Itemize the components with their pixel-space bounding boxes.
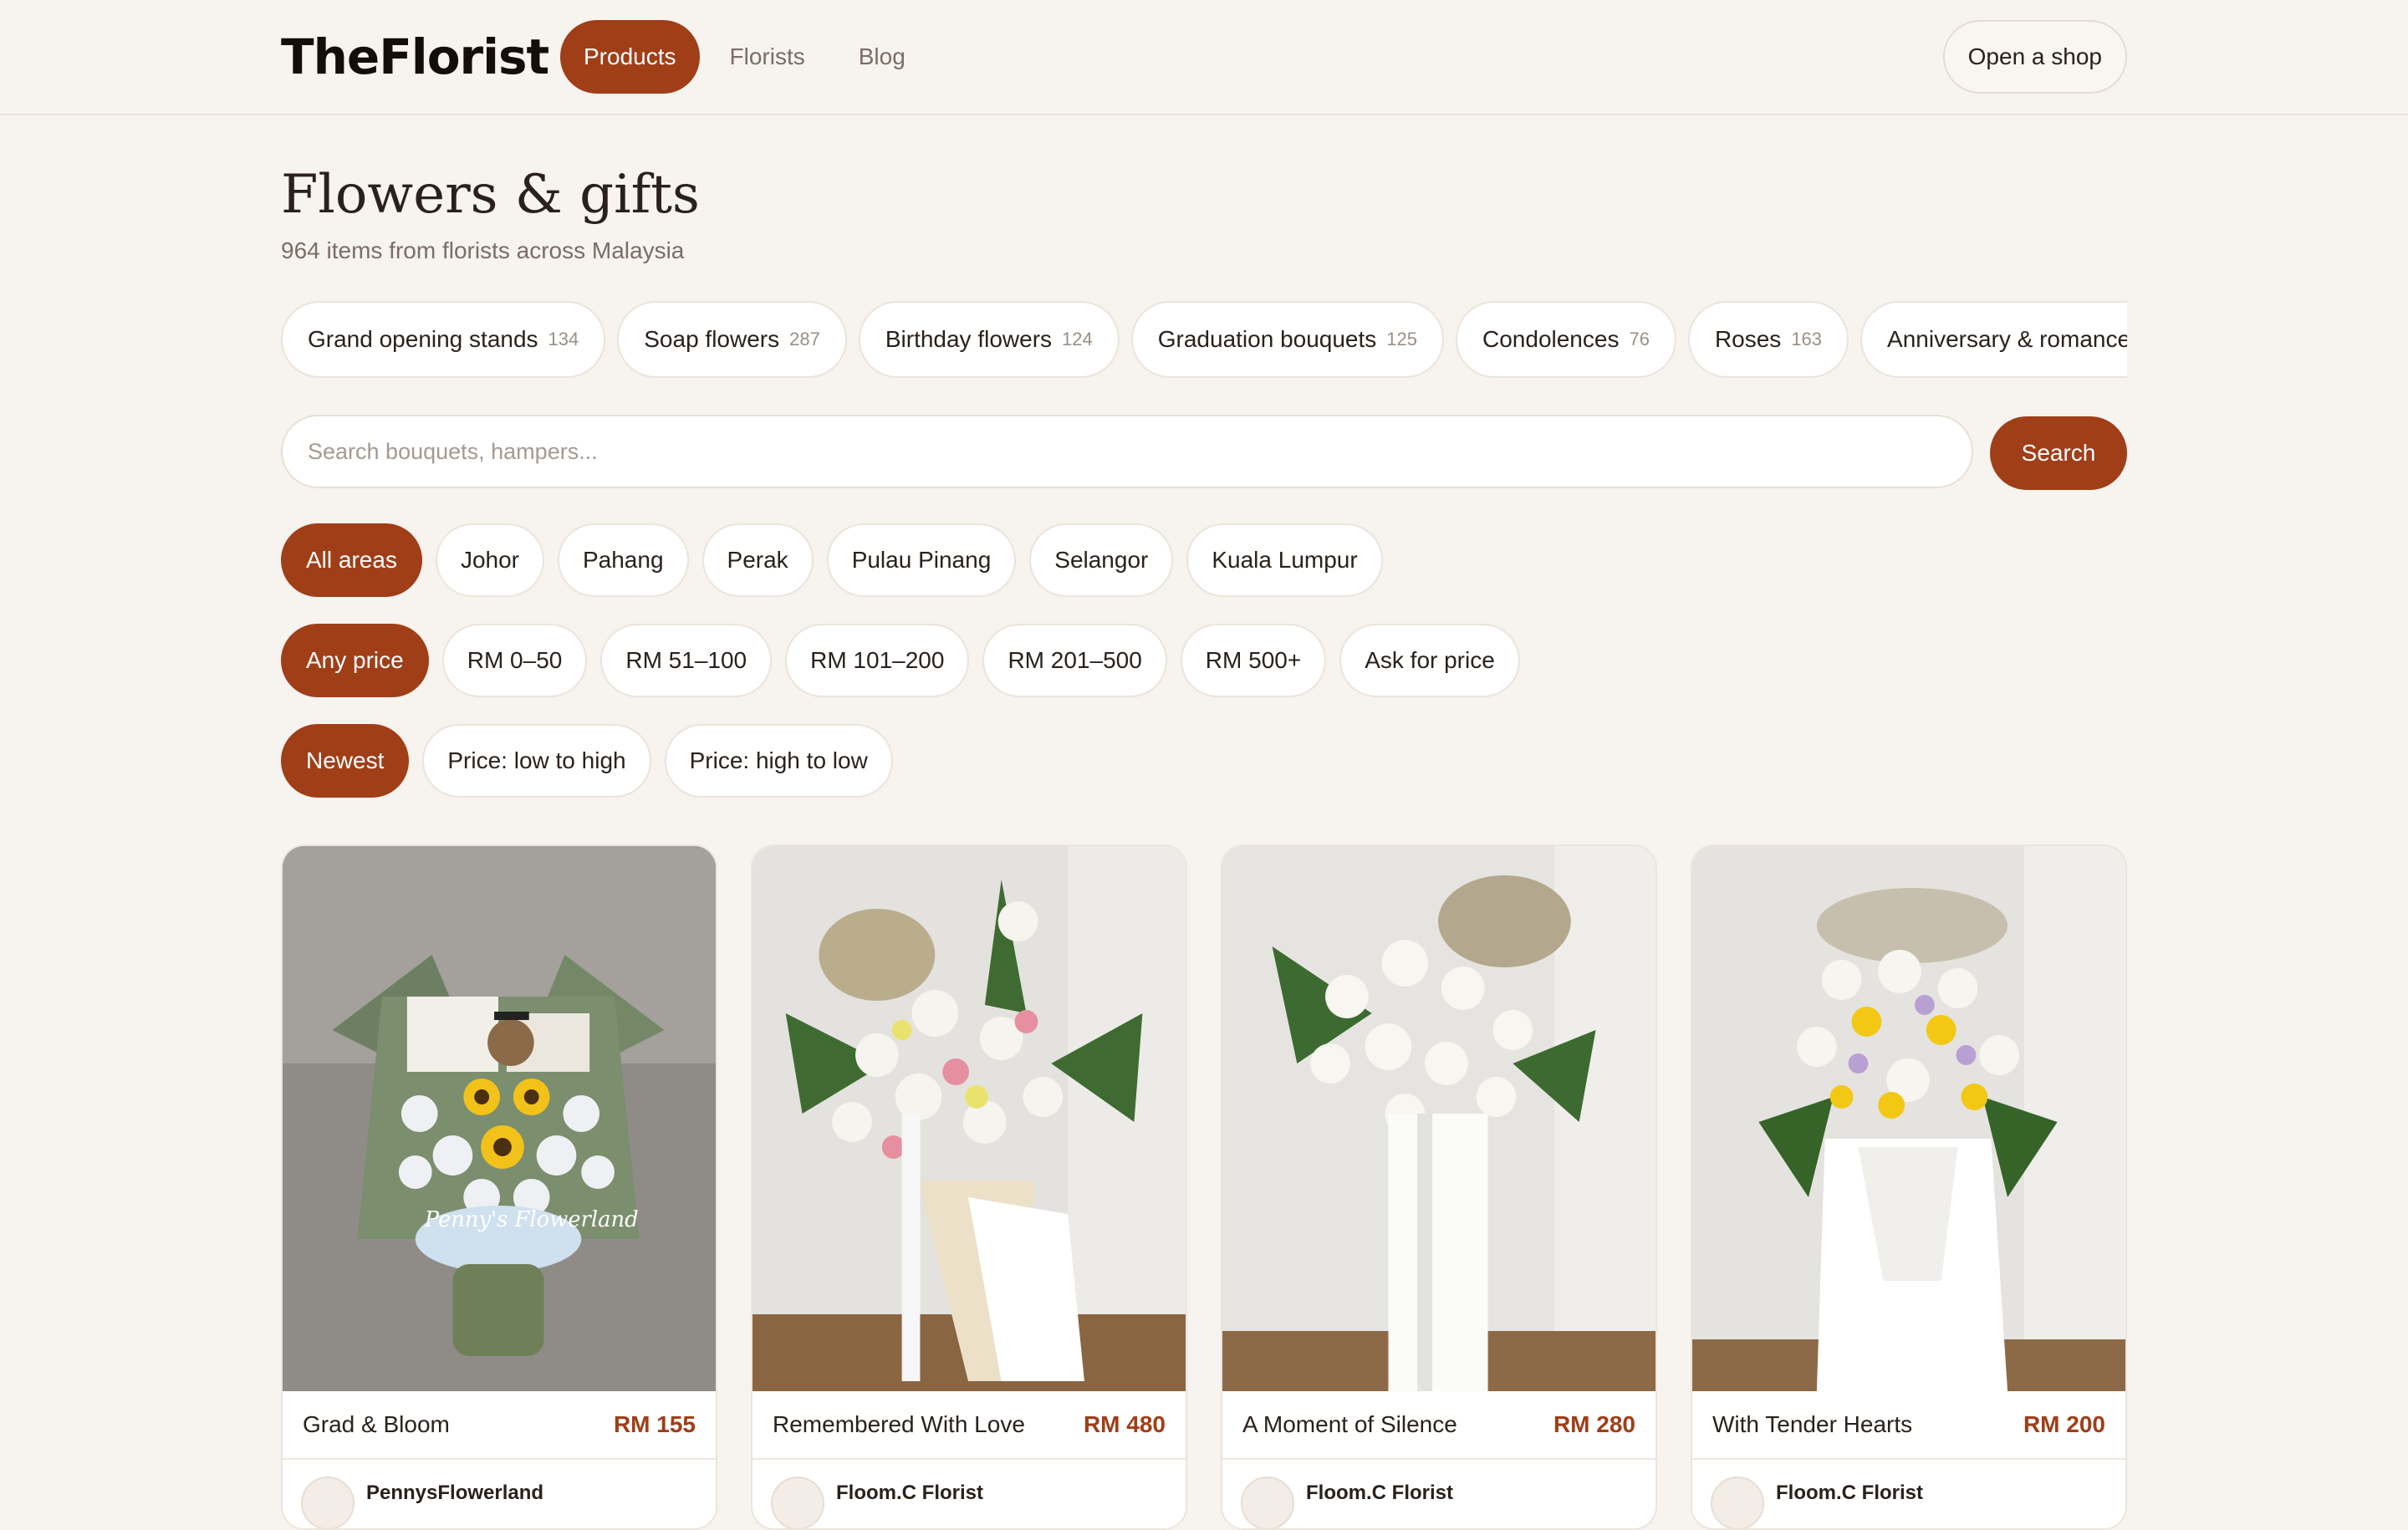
price-pill[interactable]: RM 201–500 — [982, 624, 1167, 697]
category-chip[interactable]: Birthday flowers 124 — [858, 301, 1120, 378]
product-price: RM 200 — [2023, 1411, 2105, 1437]
page-subtitle: 964 items from florists across Malaysia — [281, 237, 685, 263]
product-card[interactable]: With Tender Hearts RM 200 Floom.C Floris… — [1691, 844, 2127, 1530]
search-input[interactable] — [281, 415, 1973, 488]
product-price: RM 480 — [1083, 1411, 1166, 1437]
product-name[interactable]: With Tender Hearts — [1712, 1411, 1912, 1438]
photo-watermark: Penny's Flowerland — [424, 1207, 639, 1232]
category-label: Birthday flowers — [885, 326, 1053, 352]
sort-price-desc[interactable]: Price: high to low — [664, 724, 893, 798]
area-pill[interactable]: Pahang — [557, 523, 689, 597]
nav-blog[interactable]: Blog — [835, 20, 929, 94]
sort-newest[interactable]: Newest — [281, 724, 410, 798]
product-card[interactable]: Penny's Flowerland Grad & Bloom RM 155 P… — [281, 844, 717, 1530]
product-card[interactable]: A Moment of Silence RM 280 Floom.C Flori… — [1221, 844, 1657, 1530]
price-pill[interactable]: Ask for price — [1339, 624, 1520, 697]
category-chip[interactable]: Condolences 76 — [1456, 301, 1676, 378]
category-count: 124 — [1062, 329, 1093, 349]
sort-options: Newest Price: low to high Price: high to… — [281, 724, 893, 798]
category-chips: Grand opening stands 134 Soap flowers 287 … — [281, 301, 2127, 378]
product-photo[interactable]: Penny's Flowerland — [283, 846, 716, 1391]
area-filter: All areas Johor Pahang Perak Pulau Pinan… — [281, 523, 1383, 597]
category-label: Graduation bouquets — [1157, 326, 1377, 352]
main-nav: Products Florists Blog — [560, 20, 929, 94]
category-count: 134 — [548, 329, 579, 349]
category-count: 163 — [1791, 329, 1823, 349]
area-pill[interactable]: Selangor — [1029, 523, 1174, 597]
category-chip[interactable]: Roses 163 — [1687, 301, 1849, 378]
seller-row[interactable]: Floom.C Florist — [1692, 1460, 2125, 1528]
area-pill[interactable]: Pulau Pinang — [826, 523, 1017, 597]
price-pill[interactable]: RM 51–100 — [600, 624, 773, 697]
seller-name[interactable]: Floom.C Florist — [836, 1482, 983, 1505]
area-pill[interactable]: Johor — [435, 523, 544, 597]
product-info: With Tender Hearts RM 200 — [1692, 1391, 2125, 1460]
seller-name[interactable]: PennysFlowerland — [366, 1482, 543, 1505]
search-button[interactable]: Search — [1990, 416, 2127, 490]
seller-row[interactable]: Floom.C Florist — [1222, 1460, 1656, 1528]
seller-avatar — [771, 1476, 824, 1528]
open-shop-button[interactable]: Open a shop — [1942, 20, 2127, 94]
product-photo[interactable] — [1692, 846, 2125, 1391]
category-count: 125 — [1386, 329, 1417, 349]
seller-avatar — [1241, 1476, 1294, 1528]
product-photo[interactable] — [1222, 846, 1656, 1391]
product-name[interactable]: A Moment of Silence — [1242, 1411, 1457, 1438]
product-grid: Penny's Flowerland Grad & Bloom RM 155 P… — [281, 844, 2127, 1530]
product-info: A Moment of Silence RM 280 — [1222, 1391, 1656, 1460]
area-pill-all[interactable]: All areas — [281, 523, 422, 597]
seller-name[interactable]: Floom.C Florist — [1306, 1482, 1453, 1505]
product-price: RM 155 — [613, 1411, 696, 1437]
category-count: 76 — [1629, 329, 1650, 349]
category-label: Soap flowers — [644, 326, 780, 352]
seller-avatar — [1711, 1476, 1764, 1528]
product-name[interactable]: Remembered With Love — [773, 1411, 1025, 1438]
product-info: Remembered With Love RM 480 — [752, 1391, 1186, 1460]
area-pill[interactable]: Perak — [701, 523, 814, 597]
product-photo[interactable] — [752, 846, 1186, 1391]
category-chip[interactable]: Soap flowers 287 — [617, 301, 847, 378]
category-count: 287 — [789, 329, 820, 349]
product-name[interactable]: Grad & Bloom — [303, 1411, 450, 1438]
area-pill[interactable]: Kuala Lumpur — [1186, 523, 1383, 597]
nav-florists[interactable]: Florists — [707, 20, 829, 94]
price-pill[interactable]: RM 500+ — [1180, 624, 1327, 697]
page-title: Flowers & gifts — [281, 164, 700, 226]
category-chip[interactable]: Graduation bouquets 125 — [1130, 301, 1444, 378]
category-chip[interactable]: Anniversary & romance88 — [1860, 301, 2127, 378]
price-pill[interactable]: RM 0–50 — [441, 624, 588, 697]
seller-name[interactable]: Floom.C Florist — [1776, 1482, 1923, 1505]
seller-row[interactable]: Floom.C Florist — [752, 1460, 1186, 1528]
category-label: Grand opening stands — [308, 326, 538, 352]
category-label: Roses — [1714, 326, 1782, 352]
category-chip[interactable]: Grand opening stands 134 — [281, 301, 606, 378]
seller-row[interactable]: PennysFlowerland — [283, 1460, 716, 1528]
product-card[interactable]: Remembered With Love RM 480 Floom.C Flor… — [751, 844, 1187, 1530]
nav-products[interactable]: Products — [560, 20, 700, 94]
category-label: Anniversary & romance — [1887, 326, 2127, 352]
category-label: Condolences — [1482, 326, 1620, 352]
site-header: TheFlorist Products Florists Blog Open a… — [0, 0, 2408, 115]
product-price: RM 280 — [1553, 1411, 1635, 1437]
sort-price-asc[interactable]: Price: low to high — [422, 724, 651, 798]
price-pill[interactable]: RM 101–200 — [785, 624, 970, 697]
seller-avatar — [301, 1476, 355, 1528]
site-logo[interactable]: TheFlorist — [281, 28, 549, 85]
product-info: Grad & Bloom RM 155 — [283, 1391, 716, 1460]
price-filter: Any price RM 0–50 RM 51–100 RM 101–200 R… — [281, 624, 1520, 697]
price-pill-any[interactable]: Any price — [281, 624, 429, 697]
